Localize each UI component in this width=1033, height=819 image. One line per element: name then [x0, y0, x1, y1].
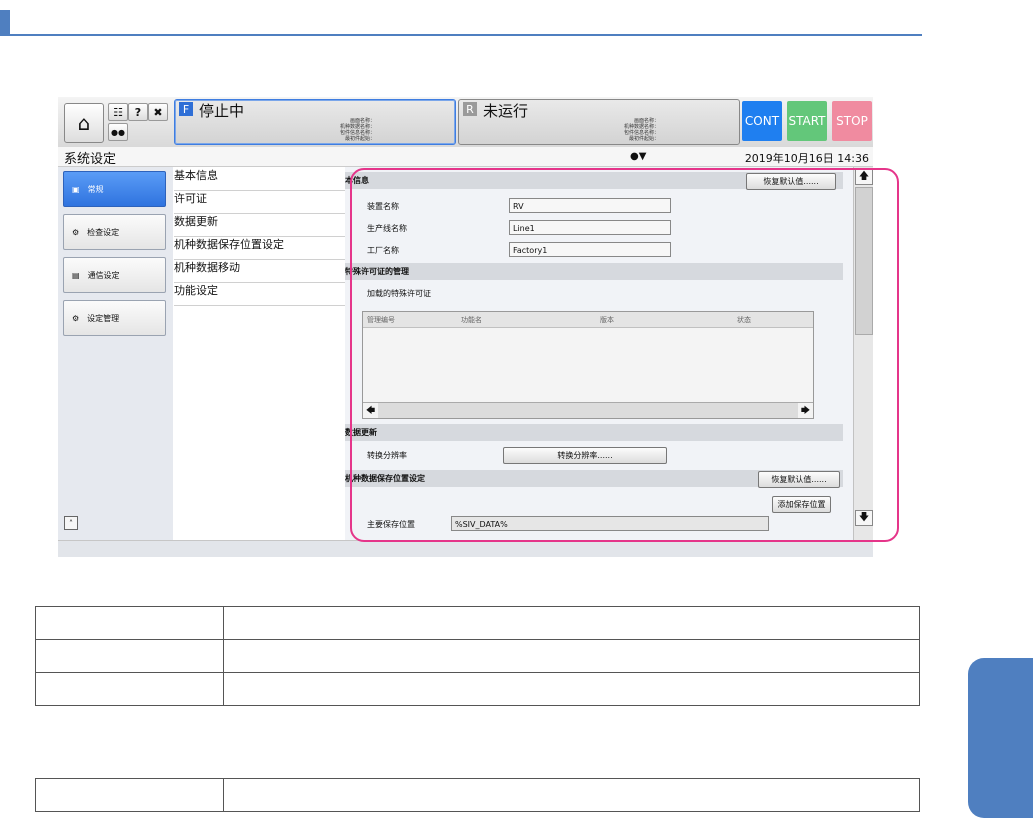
home-button[interactable]: ⌂	[64, 103, 104, 143]
sub-item-function[interactable]: 功能设定	[174, 282, 345, 306]
home-icon: ⌂	[77, 111, 91, 135]
highlight-outline	[350, 168, 899, 542]
sub-list: 基本信息 许可证 数据更新 机种数据保存位置设定 机种数据移动 功能设定	[173, 167, 346, 540]
top-toolbar: ⌂ ☷ ? ✖ ●● F 停止中 画面名称： 机种数据名称： 包件信息名称： 最…	[58, 97, 873, 148]
table-row	[35, 672, 920, 706]
status-info: 画面名称： 机种数据名称： 包件信息名称： 最初件起始：	[623, 118, 659, 142]
sub-item-basic-info[interactable]: 基本信息	[174, 167, 345, 191]
gear-icon: ⚙	[72, 313, 80, 323]
monitor-icon: ▤	[72, 270, 80, 280]
stop-button[interactable]: STOP	[832, 101, 872, 141]
status-letter-r: R	[463, 102, 477, 116]
nav-item-communication[interactable]: ▤ 通信设定	[63, 257, 166, 293]
sub-item-license[interactable]: 许可证	[174, 190, 345, 214]
status-info: 画面名称： 机种数据名称： 包件信息名称： 最初件起始：	[339, 118, 375, 142]
home-icon: ▣	[72, 184, 80, 194]
status-panel-front[interactable]: F 停止中 画面名称： 机种数据名称： 包件信息名称： 最初件起始：	[174, 99, 456, 145]
sub-item-data-move[interactable]: 机种数据移动	[174, 259, 345, 283]
page-header-rule	[0, 34, 922, 36]
start-button[interactable]: START	[787, 101, 827, 141]
sub-item-save-location[interactable]: 机种数据保存位置设定	[174, 236, 345, 260]
left-nav: ▣ 常规 ⚙ 检查设定 ▤ 通信设定 ⚙ 设定管理 ˄	[58, 167, 173, 540]
nav-item-settings-management[interactable]: ⚙ 设定管理	[63, 300, 166, 336]
status-panel-rear[interactable]: R 未运行 画面名称： 机种数据名称： 包件信息名称： 最初件起始：	[458, 99, 740, 145]
table-row	[35, 606, 920, 640]
page-header-marker	[0, 10, 10, 36]
keyboard-button[interactable]: ☷	[108, 103, 128, 121]
keyboard-icon: ☷	[113, 105, 123, 119]
cont-button[interactable]: CONT	[742, 101, 782, 141]
inspection-icon: ⚙	[72, 227, 80, 237]
table-row	[35, 639, 920, 673]
sub-item-data-update[interactable]: 数据更新	[174, 213, 345, 237]
help-button[interactable]: ?	[128, 103, 148, 121]
chevron-up-icon: ˄	[69, 518, 73, 528]
mute-button[interactable]: ✖	[148, 103, 168, 121]
title-row: 系统设定 ●▼ 2019年10月16日 14:36	[58, 147, 873, 167]
user-login-button[interactable]: ●●	[108, 123, 128, 141]
nav-collapse-button[interactable]: ˄	[64, 516, 78, 530]
speaker-mute-icon: ✖	[153, 105, 163, 119]
nav-item-inspection[interactable]: ⚙ 检查设定	[63, 214, 166, 250]
nav-item-general[interactable]: ▣ 常规	[63, 171, 166, 207]
chapter-side-tab	[968, 658, 1033, 818]
users-icon: ●●	[111, 127, 125, 137]
description-table-2	[35, 778, 920, 812]
status-letter-f: F	[179, 102, 193, 116]
bottom-status-bar	[58, 540, 873, 557]
datetime: 2019年10月16日 14:36	[744, 152, 869, 165]
user-icon: ●▼	[630, 151, 647, 162]
description-table	[35, 606, 920, 706]
screen-title: 系统设定	[64, 152, 117, 167]
table-row	[35, 778, 920, 812]
